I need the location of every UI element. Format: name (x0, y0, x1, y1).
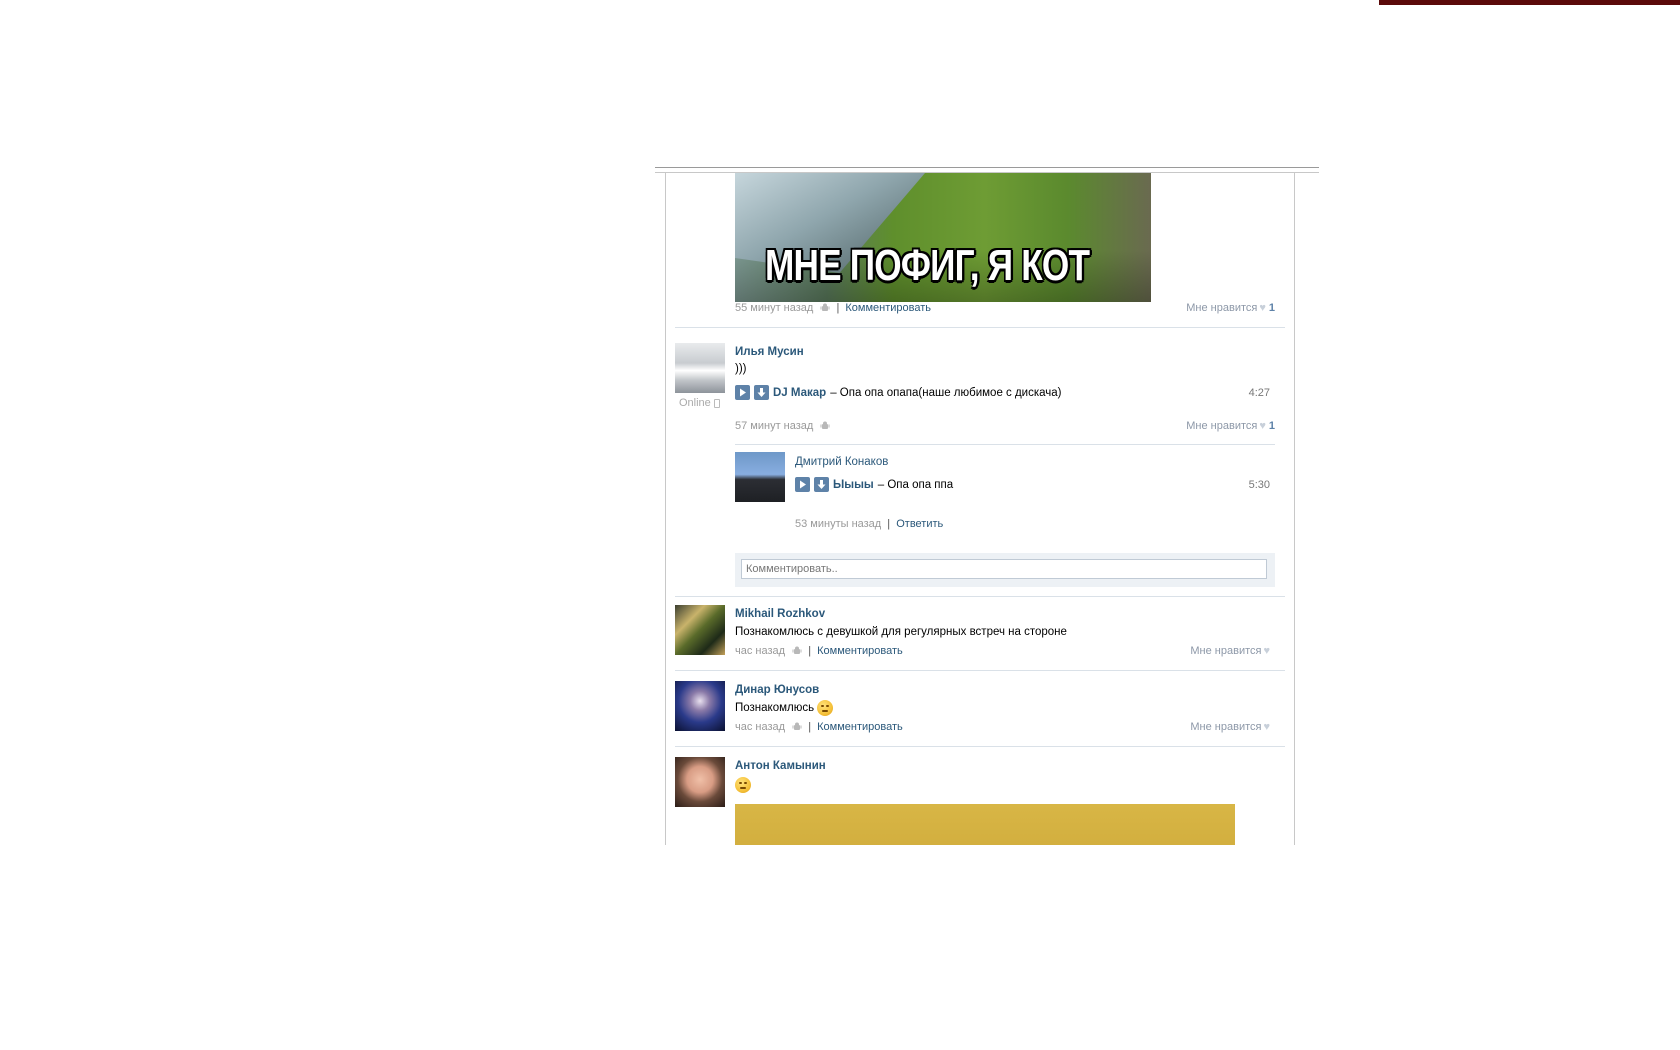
audio-artist[interactable]: DJ Макар (773, 387, 826, 399)
comment-link[interactable]: Комментировать (817, 721, 903, 733)
audio-duration: 5:30 (1248, 479, 1270, 491)
reply-author[interactable]: Дмитрий Конаков (795, 456, 888, 468)
frame-left-border (665, 173, 666, 845)
post-divider (675, 746, 1285, 747)
post-text: Познакомлюсь с девушкой для регулярных в… (735, 626, 1067, 638)
audio-track: DJ Макар – Опа опа опапа(наше любимое с … (735, 385, 1062, 400)
avatar-dinar[interactable] (675, 681, 725, 731)
like-count: 1 (1268, 420, 1275, 432)
reply-link[interactable]: Ответить (896, 518, 943, 530)
avatar-ilya[interactable] (675, 343, 725, 393)
avatar-anton[interactable] (675, 757, 725, 807)
top-accent-bar (1379, 0, 1680, 5)
post-image-cat-meme[interactable]: МНЕ ПОФИГ, Я КОТ (735, 173, 1151, 302)
download-icon[interactable] (814, 477, 829, 492)
post-footer: час назад | Комментировать (735, 645, 903, 657)
play-icon[interactable] (795, 477, 810, 492)
post-footer: 55 минут назад | Комментировать (735, 302, 932, 314)
heart-icon: ♥ (1263, 645, 1270, 657)
reply-time[interactable]: 53 минуты назад (795, 518, 881, 530)
comment-link[interactable]: Комментировать (817, 645, 903, 657)
post-author[interactable]: Илья Мусин (735, 346, 804, 358)
like-button[interactable]: Мне нравится ♥ 1 (1186, 302, 1275, 314)
post-time[interactable]: 57 минут назад (735, 420, 813, 432)
wink-emoji-icon (817, 700, 834, 716)
post-time[interactable]: 55 минут назад (735, 302, 813, 314)
android-icon (792, 722, 802, 731)
like-button[interactable]: Мне нравится ♥ 1 (1186, 420, 1275, 432)
android-icon (792, 646, 802, 655)
news-feed: МНЕ ПОФИГ, Я КОТ 55 минут назад | Коммен… (675, 173, 1285, 845)
comment-link[interactable]: Комментировать (845, 302, 931, 314)
play-icon[interactable] (735, 385, 750, 400)
frame-top-line (655, 167, 1319, 168)
comment-input[interactable] (741, 559, 1267, 579)
post-footer: 57 минут назад (735, 420, 830, 432)
post-text-row (735, 777, 751, 793)
post-divider (675, 670, 1285, 671)
like-button[interactable]: Мне нравится ♥ (1190, 721, 1270, 733)
audio-title: – Опа опа ппа (877, 478, 954, 491)
like-label: Мне нравится (1186, 420, 1258, 432)
frame-right-border (1294, 173, 1295, 845)
mobile-icon (713, 398, 720, 408)
post-image[interactable] (735, 804, 1235, 845)
post-author[interactable]: Динар Юнусов (735, 684, 819, 696)
post-author[interactable]: Mikhail Rozhkov (735, 608, 825, 620)
image-caption: МНЕ ПОФИГ, Я КОТ (765, 241, 1090, 290)
like-label: Мне нравится (1190, 721, 1262, 733)
post-text: Познакомлюсь (735, 702, 815, 715)
like-label: Мне нравится (1190, 645, 1262, 657)
comment-divider (735, 444, 1275, 445)
like-button[interactable]: Мне нравится ♥ (1190, 645, 1270, 657)
online-status-label: Online (679, 397, 711, 409)
avatar-dmitry[interactable] (735, 452, 785, 502)
reply-audio-track: Ыыыы – Опа опа ппа (795, 477, 953, 492)
post-divider (675, 327, 1285, 328)
heart-icon: ♥ (1263, 721, 1270, 733)
avatar-mikhail[interactable] (675, 605, 725, 655)
comment-box (735, 553, 1275, 587)
like-label: Мне нравится (1186, 302, 1258, 314)
download-icon[interactable] (754, 385, 769, 400)
audio-title: – Опа опа опапа(наше любимое с дискача) (830, 386, 1062, 399)
post-divider (675, 596, 1285, 597)
android-icon (820, 421, 830, 430)
android-icon (820, 303, 830, 312)
post-time[interactable]: час назад (735, 645, 785, 657)
audio-artist[interactable]: Ыыыы (833, 479, 874, 491)
post-author[interactable]: Антон Камынин (735, 760, 826, 772)
heart-icon: ♥ (1259, 420, 1266, 432)
heart-icon: ♥ (1259, 302, 1266, 314)
reply-footer: 53 минуты назад | Ответить (795, 518, 944, 530)
post-footer: час назад | Комментировать (735, 721, 903, 733)
like-count: 1 (1268, 302, 1275, 314)
post-text: ))) (735, 363, 747, 375)
post-time[interactable]: час назад (735, 721, 785, 733)
audio-duration: 4:27 (1248, 387, 1270, 399)
online-status: Online (679, 397, 720, 409)
post-text-row: Познакомлюсь (735, 700, 834, 716)
kiss-emoji-icon (735, 777, 751, 793)
